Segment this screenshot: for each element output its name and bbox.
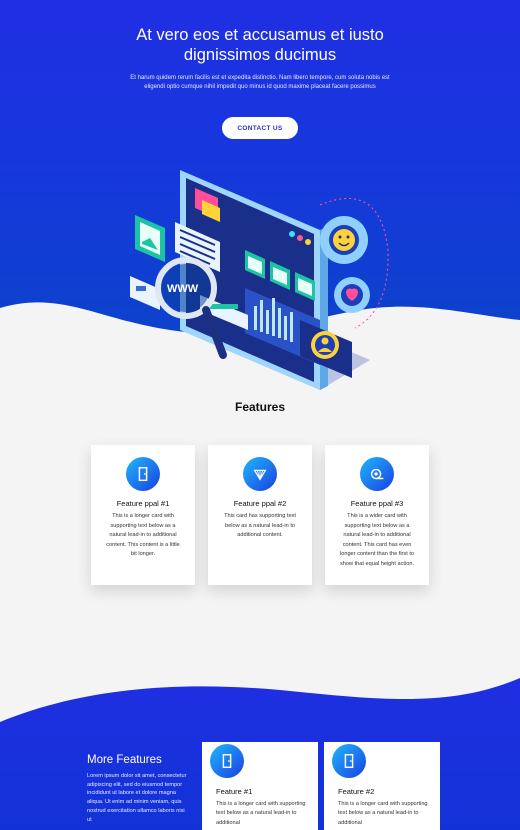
hero-title-line2: dignissimos ducimus	[183, 46, 337, 64]
more-feature-card-title: Feature #1	[216, 787, 253, 796]
contact-us-button[interactable]: CONTACT US	[222, 117, 298, 139]
door-icon	[126, 457, 160, 491]
features-title: Features	[234, 400, 286, 414]
more-feature-card-1: Feature #1 This is a longer card with su…	[202, 742, 318, 830]
landing-page: At vero eos et accusamus et iusto dignis…	[0, 0, 520, 830]
more-features-title: More Features	[87, 754, 162, 766]
tape-icon	[360, 457, 394, 491]
hero-title-line1: At vero eos et accusamus et iusto	[136, 26, 384, 44]
door-icon	[332, 744, 366, 778]
door-icon	[210, 744, 244, 778]
hero-illustration: WWW	[130, 170, 389, 390]
feature-card-text: This card has supporting text below as a…	[224, 513, 296, 539]
more-feature-card-text: This is a longer card with supporting te…	[216, 801, 306, 826]
feature-card-title: Feature ppal #1	[116, 499, 170, 508]
hero-title: At vero eos et accusamus et iusto dignis…	[60, 25, 460, 65]
feature-card-text: This is a longer card with supporting te…	[106, 513, 180, 558]
feature-card-1: Feature ppal #1 This is a longer card wi…	[91, 445, 195, 585]
feature-card-text: This is a wider card with supporting tex…	[339, 513, 414, 567]
hero-subtitle: Et harum quidem rerum facilis est et exp…	[130, 75, 390, 90]
more-feature-card-title: Feature #2	[338, 787, 375, 796]
feature-card-title: Feature ppal #2	[233, 499, 287, 508]
www-text: WWW	[167, 283, 199, 295]
fan-icon	[243, 457, 277, 491]
more-feature-card-2: Feature #2 This is a longer card with su…	[324, 742, 440, 830]
more-features-text: Lorem ipsum dolor sit amet, consectetur …	[87, 773, 187, 823]
feature-card-2: Feature ppal #2 This card has supporting…	[208, 445, 312, 585]
feature-card-title: Feature ppal #3	[350, 499, 404, 508]
more-feature-card-text: This is a longer card with supporting te…	[338, 801, 428, 826]
feature-card-3: Feature ppal #3 This is a wider card wit…	[325, 445, 429, 585]
